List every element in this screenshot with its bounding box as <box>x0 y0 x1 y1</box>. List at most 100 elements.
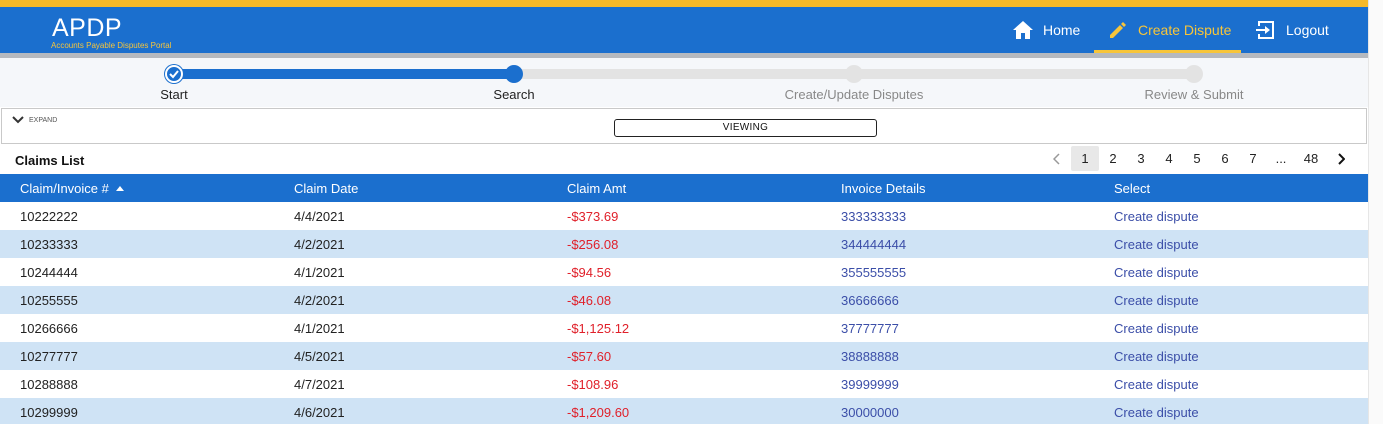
check-icon <box>169 70 179 79</box>
create-dispute-link[interactable]: Create dispute <box>1114 237 1199 252</box>
column-header-label: Claim/Invoice # <box>20 181 109 196</box>
create-dispute-link[interactable]: Create dispute <box>1114 405 1199 420</box>
table-row: 10244444 4/1/2021 -$94.56 355555555 Crea… <box>0 258 1368 286</box>
invoice-details-link[interactable]: 30000000 <box>841 405 899 420</box>
nav-create-dispute[interactable]: Create Dispute <box>1094 7 1241 53</box>
invoice-details-link[interactable]: 37777777 <box>841 321 899 336</box>
next-page-button[interactable] <box>1327 146 1355 171</box>
nav-logout[interactable]: Logout <box>1256 7 1329 53</box>
step-search-marker <box>505 65 523 83</box>
claim-date: 4/6/2021 <box>294 405 345 420</box>
claim-date: 4/2/2021 <box>294 237 345 252</box>
nav-home[interactable]: Home <box>1013 7 1080 53</box>
table-row: 10255555 4/2/2021 -$46.08 36666666 Creat… <box>0 286 1368 314</box>
claim-amount: -$373.69 <box>567 209 619 224</box>
chevron-left-icon <box>1053 152 1060 165</box>
claim-amount: -$1,209.60 <box>567 405 630 420</box>
step-label-review-submit: Review & Submit <box>1144 87 1244 102</box>
page-3[interactable]: 3 <box>1127 146 1155 171</box>
claim-number: 10222222 <box>20 209 78 224</box>
create-dispute-link[interactable]: Create dispute <box>1114 377 1199 392</box>
filter-panel: EXPAND VIEWING <box>1 108 1367 144</box>
column-header-label: Claim Amt <box>567 181 627 196</box>
create-dispute-link[interactable]: Create dispute <box>1114 349 1199 364</box>
column-header-label: Invoice Details <box>841 181 926 196</box>
column-header-select: Select <box>1114 181 1150 196</box>
claim-number: 10299999 <box>20 405 78 420</box>
create-dispute-link[interactable]: Create dispute <box>1114 265 1199 280</box>
page-6[interactable]: 6 <box>1211 146 1239 171</box>
claim-amount: -$256.08 <box>567 237 619 252</box>
page-5[interactable]: 5 <box>1183 146 1211 171</box>
step-label-search: Search <box>493 87 535 102</box>
claim-number: 10288888 <box>20 377 78 392</box>
page-1[interactable]: 1 <box>1071 146 1099 171</box>
prev-page-button[interactable] <box>1043 146 1071 171</box>
column-header-claim-date: Claim Date <box>294 181 358 196</box>
column-header-claim-amt: Claim Amt <box>567 181 626 196</box>
create-dispute-link[interactable]: Create dispute <box>1114 293 1199 308</box>
table-row: 10222222 4/4/2021 -$373.69 333333333 Cre… <box>0 202 1368 230</box>
claim-amount: -$57.60 <box>567 349 612 364</box>
claim-amount: -$1,125.12 <box>567 321 630 336</box>
invoice-details-link[interactable]: 333333333 <box>841 209 906 224</box>
viewing-button[interactable]: VIEWING <box>614 119 877 137</box>
expand-toggle[interactable]: EXPAND <box>12 116 57 124</box>
create-dispute-link[interactable]: Create dispute <box>1114 209 1199 224</box>
create-dispute-link[interactable]: Create dispute <box>1114 321 1199 336</box>
logout-icon <box>1256 21 1274 39</box>
table-row: 10277777 4/5/2021 -$57.60 38888888 Creat… <box>0 342 1368 370</box>
stepper-progress-fill <box>174 69 514 79</box>
page-4[interactable]: 4 <box>1155 146 1183 171</box>
page-7[interactable]: 7 <box>1239 146 1267 171</box>
invoice-details-link[interactable]: 39999999 <box>841 377 899 392</box>
claim-date: 4/5/2021 <box>294 349 345 364</box>
nav-home-label: Home <box>1043 22 1081 38</box>
claim-date: 4/1/2021 <box>294 321 345 336</box>
claim-number: 10266666 <box>20 321 78 336</box>
sort-ascending-icon <box>115 186 124 191</box>
claim-amount: -$108.96 <box>567 377 619 392</box>
column-header-invoice-details: Invoice Details <box>841 181 926 196</box>
app-title: APDP <box>52 14 123 42</box>
claim-amount: -$46.08 <box>567 293 612 308</box>
pencil-icon <box>1110 22 1126 38</box>
table-row: 10266666 4/1/2021 -$1,125.12 37777777 Cr… <box>0 314 1368 342</box>
chevron-right-icon <box>1338 152 1345 165</box>
claim-number: 10233333 <box>20 237 78 252</box>
column-header-claim-invoice[interactable]: Claim/Invoice # <box>20 181 124 196</box>
invoice-details-link[interactable]: 355555555 <box>841 265 906 280</box>
claim-number: 10255555 <box>20 293 78 308</box>
progress-stepper: Start Search Create/Update Disputes Revi… <box>0 58 1368 107</box>
page-ellipsis: ... <box>1275 151 1287 166</box>
invoice-details-link[interactable]: 344444444 <box>841 237 906 252</box>
home-icon <box>1013 21 1033 39</box>
app-subtitle: Accounts Payable Disputes Portal <box>51 41 172 50</box>
window-scrollbar[interactable] <box>1368 0 1383 424</box>
column-header-label: Select <box>1114 181 1151 196</box>
claims-list-title: Claims List <box>15 153 85 168</box>
page-48[interactable]: 48 <box>1295 146 1327 171</box>
app-header: APDP Accounts Payable Disputes Portal Ho… <box>0 7 1368 53</box>
top-accent-bar <box>0 0 1368 7</box>
table-row: 10299999 4/6/2021 -$1,209.60 30000000 Cr… <box>0 398 1368 424</box>
nav-logout-label: Logout <box>1286 22 1329 38</box>
chevron-down-icon <box>12 116 24 124</box>
invoice-details-link[interactable]: 38888888 <box>841 349 899 364</box>
page-2[interactable]: 2 <box>1099 146 1127 171</box>
step-create-update-marker <box>845 65 863 83</box>
pagination: 1 2 3 4 5 6 7 ... 48 <box>1043 146 1355 171</box>
expand-label: EXPAND <box>29 116 58 124</box>
step-review-submit-marker <box>1185 65 1203 83</box>
column-header-label: Claim Date <box>294 181 359 196</box>
step-label-create-update: Create/Update Disputes <box>784 87 924 102</box>
invoice-details-link[interactable]: 36666666 <box>841 293 899 308</box>
claim-date: 4/7/2021 <box>294 377 345 392</box>
table-row: 10233333 4/2/2021 -$256.08 344444444 Cre… <box>0 230 1368 258</box>
claim-date: 4/2/2021 <box>294 293 345 308</box>
claim-amount: -$94.56 <box>567 265 612 280</box>
claim-number: 10277777 <box>20 349 78 364</box>
table-row: 10288888 4/7/2021 -$108.96 39999999 Crea… <box>0 370 1368 398</box>
claims-table-header: Claim/Invoice # Claim Date Claim Amt Inv… <box>0 174 1368 202</box>
app-window: APDP Accounts Payable Disputes Portal Ho… <box>0 0 1368 424</box>
